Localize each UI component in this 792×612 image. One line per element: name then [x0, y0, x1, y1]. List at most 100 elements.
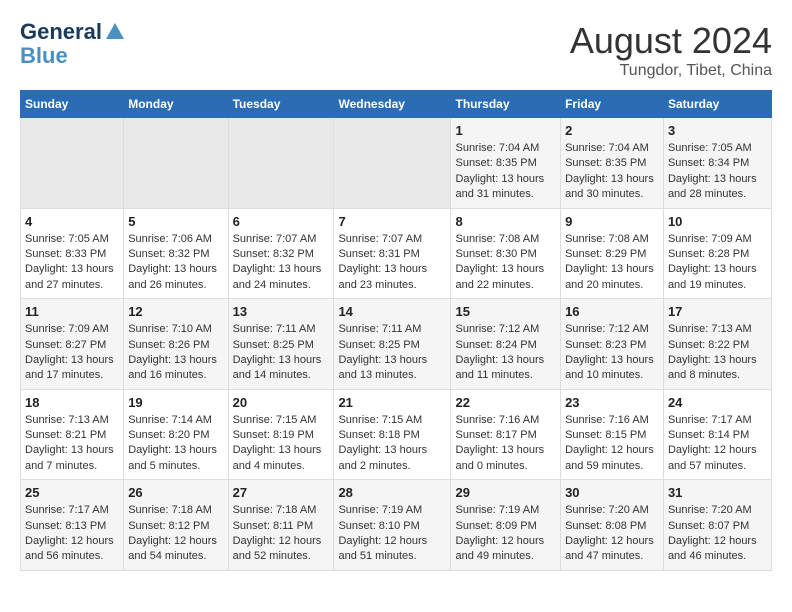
day-number: 22: [455, 395, 556, 410]
day-info: Sunrise: 7:05 AMSunset: 8:33 PMDaylight:…: [25, 232, 119, 294]
calendar-header: SundayMondayTuesdayWednesdayThursdayFrid…: [21, 91, 772, 118]
day-cell: 20 Sunrise: 7:15 AMSunset: 8:19 PMDayligh…: [228, 389, 334, 480]
day-cell: 12 Sunrise: 7:10 AMSunset: 8:26 PMDayligh…: [124, 299, 228, 390]
day-info: Sunrise: 7:09 AMSunset: 8:27 PMDaylight:…: [25, 322, 119, 384]
day-number: 10: [668, 214, 767, 229]
day-cell: 29 Sunrise: 7:19 AMSunset: 8:09 PMDayligh…: [451, 480, 561, 571]
day-info: Sunrise: 7:19 AMSunset: 8:09 PMDaylight:…: [455, 503, 556, 565]
day-cell: 1Sunrise: 7:04 AMSunset: 8:35 PMDaylight…: [451, 118, 561, 209]
header-cell-sunday: Sunday: [21, 91, 124, 118]
day-info: Sunrise: 7:13 AMSunset: 8:21 PMDaylight:…: [25, 413, 119, 475]
day-cell: 28Sunrise: 7:19 AMSunset: 8:10 PMDayligh…: [334, 480, 451, 571]
day-info: Sunrise: 7:07 AMSunset: 8:31 PMDaylight:…: [338, 232, 446, 294]
day-info: Sunrise: 7:17 AMSunset: 8:13 PMDaylight:…: [25, 503, 119, 565]
day-number: 23: [565, 395, 659, 410]
day-number: 17: [668, 304, 767, 319]
calendar-body: 1 Sunrise: 7:04 AMSunset: 8:35 PMDaylight…: [21, 118, 772, 571]
day-info: Sunrise: 7:04 AMSunset: 8:35 PMDaylight:…: [565, 141, 659, 203]
day-info: Sunrise: 7:11 AMSunset: 8:25 PMDaylight:…: [338, 322, 446, 384]
day-cell: [21, 118, 124, 209]
day-info: Sunrise: 7:14 AMSunset: 8:20 PMDaylight:…: [128, 413, 223, 475]
subtitle: Tungdor, Tibet, China: [570, 62, 772, 80]
day-cell: 5 Sunrise: 7:06 AMSunset: 8:32 PMDaylight…: [124, 208, 228, 299]
header-cell-tuesday: Tuesday: [228, 91, 334, 118]
day-cell: 27 Sunrise: 7:18 AMSunset: 8:11 PMDayligh…: [228, 480, 334, 571]
day-number: 29: [455, 485, 556, 500]
day-number: 26: [128, 485, 223, 500]
day-number: 2: [565, 123, 659, 138]
day-number: 30: [565, 485, 659, 500]
day-info: Sunrise: 7:09 AMSunset: 8:28 PMDaylight:…: [668, 232, 767, 294]
day-info: Sunrise: 7:05 AMSunset: 8:34 PMDaylight:…: [668, 141, 767, 203]
day-cell: 21 Sunrise: 7:15 AMSunset: 8:18 PMDayligh…: [334, 389, 451, 480]
header-row: SundayMondayTuesdayWednesdayThursdayFrid…: [21, 91, 772, 118]
day-info: Sunrise: 7:18 AMSunset: 8:11 PMDaylight:…: [233, 503, 330, 565]
main-title: August 2024: [570, 20, 772, 62]
day-number: 12: [128, 304, 223, 319]
day-number: 25: [25, 485, 119, 500]
day-cell: 17 Sunrise: 7:13 AMSunset: 8:22 PMDayligh…: [663, 299, 771, 390]
day-info: Sunrise: 7:16 AMSunset: 8:15 PMDaylight:…: [565, 413, 659, 475]
week-row-1: 1 Sunrise: 7:04 AMSunset: 8:35 PMDaylight…: [21, 118, 772, 209]
day-cell: 16Sunrise: 7:12 AMSunset: 8:23 PMDayligh…: [561, 299, 664, 390]
day-cell: 9Sunrise: 7:08 AMSunset: 8:29 PMDaylight…: [561, 208, 664, 299]
day-number: 21: [338, 395, 446, 410]
calendar-table: SundayMondayTuesdayWednesdayThursdayFrid…: [20, 90, 772, 571]
header-cell-thursday: Thursday: [451, 91, 561, 118]
day-number: 5: [128, 214, 223, 229]
day-info: Sunrise: 7:15 AMSunset: 8:19 PMDaylight:…: [233, 413, 330, 475]
day-number: 18: [25, 395, 119, 410]
day-number: 11: [25, 304, 119, 319]
day-cell: 7Sunrise: 7:07 AMSunset: 8:31 PMDaylight…: [334, 208, 451, 299]
day-number: 20: [233, 395, 330, 410]
day-info: Sunrise: 7:18 AMSunset: 8:12 PMDaylight:…: [128, 503, 223, 565]
day-cell: 18 Sunrise: 7:13 AMSunset: 8:21 PMDayligh…: [21, 389, 124, 480]
day-cell: 6 Sunrise: 7:07 AMSunset: 8:32 PMDaylight…: [228, 208, 334, 299]
day-number: 13: [233, 304, 330, 319]
day-cell: 2 Sunrise: 7:04 AMSunset: 8:35 PMDaylight…: [561, 118, 664, 209]
day-cell: 10 Sunrise: 7:09 AMSunset: 8:28 PMDayligh…: [663, 208, 771, 299]
logo: General Blue: [20, 20, 124, 68]
day-cell: 24 Sunrise: 7:17 AMSunset: 8:14 PMDayligh…: [663, 389, 771, 480]
day-number: 15: [455, 304, 556, 319]
day-cell: [228, 118, 334, 209]
title-section: August 2024 Tungdor, Tibet, China: [570, 20, 772, 80]
header-cell-friday: Friday: [561, 91, 664, 118]
day-number: 31: [668, 485, 767, 500]
day-number: 8: [455, 214, 556, 229]
day-number: 27: [233, 485, 330, 500]
day-cell: 11 Sunrise: 7:09 AMSunset: 8:27 PMDayligh…: [21, 299, 124, 390]
day-cell: 3Sunrise: 7:05 AMSunset: 8:34 PMDaylight…: [663, 118, 771, 209]
day-info: Sunrise: 7:17 AMSunset: 8:14 PMDaylight:…: [668, 413, 767, 475]
day-number: 9: [565, 214, 659, 229]
day-cell: 26 Sunrise: 7:18 AMSunset: 8:12 PMDayligh…: [124, 480, 228, 571]
day-info: Sunrise: 7:16 AMSunset: 8:17 PMDaylight:…: [455, 413, 556, 475]
day-info: Sunrise: 7:20 AMSunset: 8:07 PMDaylight:…: [668, 503, 767, 565]
day-cell: 25 Sunrise: 7:17 AMSunset: 8:13 PMDayligh…: [21, 480, 124, 571]
day-info: Sunrise: 7:15 AMSunset: 8:18 PMDaylight:…: [338, 413, 446, 475]
day-cell: 14Sunrise: 7:11 AMSunset: 8:25 PMDayligh…: [334, 299, 451, 390]
day-cell: 13 Sunrise: 7:11 AMSunset: 8:25 PMDayligh…: [228, 299, 334, 390]
day-info: Sunrise: 7:08 AMSunset: 8:30 PMDaylight:…: [455, 232, 556, 294]
day-info: Sunrise: 7:10 AMSunset: 8:26 PMDaylight:…: [128, 322, 223, 384]
day-info: Sunrise: 7:13 AMSunset: 8:22 PMDaylight:…: [668, 322, 767, 384]
day-number: 6: [233, 214, 330, 229]
day-cell: 15Sunrise: 7:12 AMSunset: 8:24 PMDayligh…: [451, 299, 561, 390]
week-row-2: 4Sunrise: 7:05 AMSunset: 8:33 PMDaylight…: [21, 208, 772, 299]
day-info: Sunrise: 7:12 AMSunset: 8:23 PMDaylight:…: [565, 322, 659, 384]
day-number: 1: [455, 123, 556, 138]
day-info: Sunrise: 7:06 AMSunset: 8:32 PMDaylight:…: [128, 232, 223, 294]
day-cell: 30 Sunrise: 7:20 AMSunset: 8:08 PMDayligh…: [561, 480, 664, 571]
day-cell: 23 Sunrise: 7:16 AMSunset: 8:15 PMDayligh…: [561, 389, 664, 480]
day-cell: [124, 118, 228, 209]
week-row-4: 18 Sunrise: 7:13 AMSunset: 8:21 PMDayligh…: [21, 389, 772, 480]
day-info: Sunrise: 7:11 AMSunset: 8:25 PMDaylight:…: [233, 322, 330, 384]
day-info: Sunrise: 7:07 AMSunset: 8:32 PMDaylight:…: [233, 232, 330, 294]
header-cell-monday: Monday: [124, 91, 228, 118]
day-cell: [334, 118, 451, 209]
day-info: Sunrise: 7:20 AMSunset: 8:08 PMDaylight:…: [565, 503, 659, 565]
day-info: Sunrise: 7:19 AMSunset: 8:10 PMDaylight:…: [338, 503, 446, 565]
day-number: 24: [668, 395, 767, 410]
header-cell-wednesday: Wednesday: [334, 91, 451, 118]
logo-text-blue: Blue: [20, 44, 68, 68]
